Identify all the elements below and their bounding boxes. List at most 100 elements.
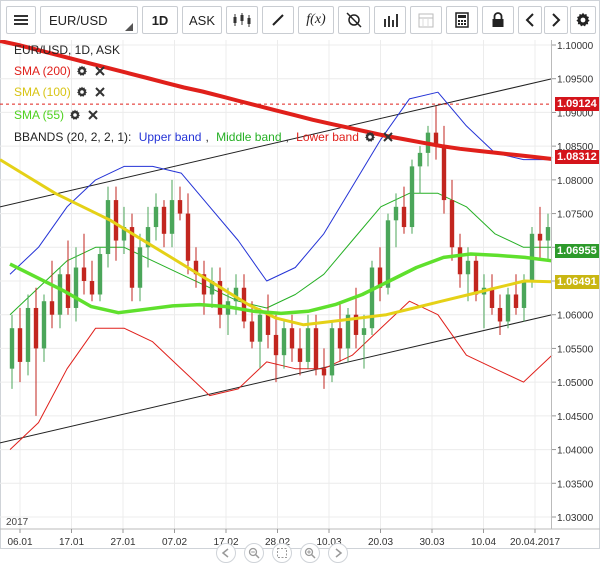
- candle-body: [9, 328, 15, 369]
- candle-body: [249, 321, 255, 342]
- candle[interactable]: [345, 307, 351, 362]
- candle[interactable]: [153, 193, 159, 241]
- candle[interactable]: [329, 321, 335, 383]
- candle[interactable]: [401, 186, 407, 234]
- candle[interactable]: [409, 159, 415, 234]
- zoom-reset-button[interactable]: [272, 543, 292, 563]
- price-type-selector[interactable]: ASK: [182, 6, 222, 34]
- candle[interactable]: [441, 125, 447, 214]
- candle[interactable]: [337, 301, 343, 362]
- gear-icon[interactable]: [75, 64, 89, 78]
- candle[interactable]: [457, 233, 463, 288]
- chevron-right-icon: [552, 13, 561, 27]
- symbol-selector[interactable]: EUR/USD: [40, 6, 138, 34]
- chart-area[interactable]: 1.10000 1.09500 1.09000 1.08500 1.08000 1.075…: [0, 39, 600, 563]
- calculator-button[interactable]: [446, 6, 478, 34]
- candle[interactable]: [433, 105, 439, 160]
- candle[interactable]: [393, 193, 399, 248]
- scroll-forward-button[interactable]: [544, 6, 568, 34]
- close-icon[interactable]: [86, 108, 100, 122]
- gear-icon[interactable]: [68, 108, 82, 122]
- candle[interactable]: [209, 267, 215, 308]
- candle[interactable]: [57, 267, 63, 329]
- candle[interactable]: [41, 294, 47, 362]
- candle[interactable]: [89, 260, 95, 302]
- candle-body: [505, 294, 511, 322]
- candle[interactable]: [33, 287, 39, 416]
- function-button[interactable]: f(x): [298, 6, 334, 34]
- candle[interactable]: [377, 247, 383, 302]
- scroll-left-button[interactable]: [216, 543, 236, 563]
- candle[interactable]: [161, 200, 167, 248]
- candle[interactable]: [361, 314, 367, 369]
- volume-button[interactable]: [374, 6, 406, 34]
- candle[interactable]: [321, 348, 327, 389]
- candle[interactable]: [417, 146, 423, 194]
- candle[interactable]: [169, 179, 175, 248]
- candle[interactable]: [73, 247, 79, 322]
- candle[interactable]: [81, 233, 87, 295]
- legend-sma55: SMA (55): [14, 108, 100, 122]
- price-tag-sma100: 1.06491: [555, 275, 599, 289]
- calendar-button[interactable]: [410, 6, 442, 34]
- zoom-out-button[interactable]: [244, 543, 264, 563]
- chart-type-button[interactable]: [226, 6, 258, 34]
- candle[interactable]: [505, 287, 511, 329]
- candle[interactable]: [425, 125, 431, 167]
- x-axis: 06.0117.0127.0107.0217.0228.0210.0320.03…: [0, 528, 600, 548]
- settings-button[interactable]: [570, 6, 596, 34]
- y-tick-label: 1.04500: [557, 412, 594, 423]
- candle[interactable]: [545, 213, 551, 261]
- close-icon[interactable]: [381, 130, 395, 144]
- candle[interactable]: [9, 314, 15, 389]
- candle[interactable]: [369, 260, 375, 335]
- gear-icon[interactable]: [75, 85, 89, 99]
- candle[interactable]: [49, 260, 55, 329]
- candle-body: [457, 247, 463, 275]
- candle[interactable]: [65, 240, 71, 315]
- candle[interactable]: [97, 247, 103, 302]
- draw-tool-button[interactable]: [262, 6, 294, 34]
- close-icon[interactable]: [93, 64, 107, 78]
- candle[interactable]: [25, 294, 31, 376]
- candle[interactable]: [17, 307, 23, 383]
- candle[interactable]: [105, 186, 111, 268]
- price-type-label: ASK: [188, 12, 215, 28]
- candle[interactable]: [185, 193, 191, 275]
- zoom-in-button[interactable]: [300, 543, 320, 563]
- candle-body: [273, 334, 279, 356]
- dropdown-corner-icon: [125, 23, 133, 31]
- candle[interactable]: [281, 321, 287, 369]
- legend-sma100-label: SMA (100): [14, 85, 71, 99]
- candle-body: [361, 328, 367, 335]
- candle[interactable]: [513, 274, 519, 315]
- x-tick-label: 30.03: [419, 537, 444, 548]
- candle[interactable]: [257, 307, 263, 369]
- candle-body: [113, 200, 119, 241]
- candle[interactable]: [497, 294, 503, 335]
- candle[interactable]: [265, 294, 271, 349]
- timeframe-selector[interactable]: 1D: [142, 6, 178, 34]
- candle[interactable]: [489, 274, 495, 315]
- menu-button[interactable]: [6, 6, 36, 34]
- candle-body: [73, 267, 79, 308]
- candle[interactable]: [217, 267, 223, 329]
- candle[interactable]: [177, 186, 183, 221]
- scroll-right-button[interactable]: [328, 543, 348, 563]
- crosshair-button[interactable]: [338, 6, 370, 34]
- candle-body: [265, 314, 271, 335]
- gear-icon[interactable]: [363, 130, 377, 144]
- y-tick-label: 1.03000: [557, 513, 594, 524]
- candle[interactable]: [481, 274, 487, 329]
- candle[interactable]: [129, 213, 135, 302]
- candle[interactable]: [537, 206, 543, 261]
- lock-button[interactable]: [482, 6, 514, 34]
- candle-body: [177, 200, 183, 214]
- candle[interactable]: [137, 233, 143, 302]
- lock-icon: [492, 12, 504, 27]
- close-icon[interactable]: [93, 85, 107, 99]
- candle-body: [465, 260, 471, 275]
- legend-sma55-label: SMA (55): [14, 108, 65, 122]
- scroll-back-button[interactable]: [518, 6, 542, 34]
- candle[interactable]: [449, 179, 455, 261]
